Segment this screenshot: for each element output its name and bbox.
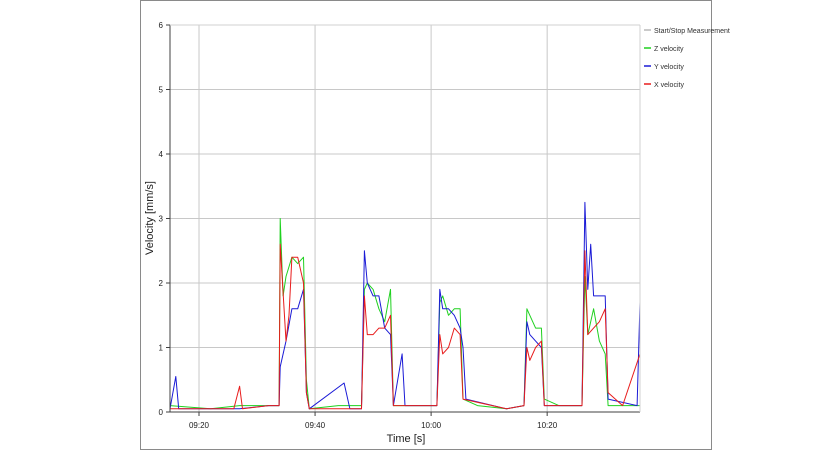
y-tick-label: 6: [159, 21, 164, 30]
velocity-line-chart: 0 1 2 3 4 5 6 09:20 09:40 10:00 10:20 Start/Stop M…: [144, 21, 730, 445]
legend-entry-label: X velocity: [654, 82, 684, 89]
y-tick-label: 5: [159, 86, 164, 95]
legend-entry-label: Start/Stop Measurement: [654, 28, 730, 35]
y-tick-label: 1: [159, 344, 164, 353]
legend-entry-label: Z velocity: [654, 46, 684, 53]
x-axis-label: Time [s]: [387, 433, 426, 445]
grid-lines: [170, 24, 640, 412]
y-tick-label: 2: [159, 279, 164, 288]
y-tick-label: 4: [159, 150, 164, 159]
x-tick-label: 10:20: [537, 421, 558, 430]
y-tick-label: 3: [159, 215, 164, 224]
x-tick-label: 10:00: [421, 421, 442, 430]
x-tick-label: 09:20: [189, 421, 210, 430]
x-tick-label: 09:40: [305, 421, 326, 430]
legend-entry-label: Y velocity: [654, 64, 684, 71]
y-axis-label: Velocity [mm/s]: [144, 181, 156, 255]
y-tick-label: 0: [159, 408, 164, 417]
legend: Start/Stop Measurement Z velocity Y veloci…: [644, 28, 730, 89]
